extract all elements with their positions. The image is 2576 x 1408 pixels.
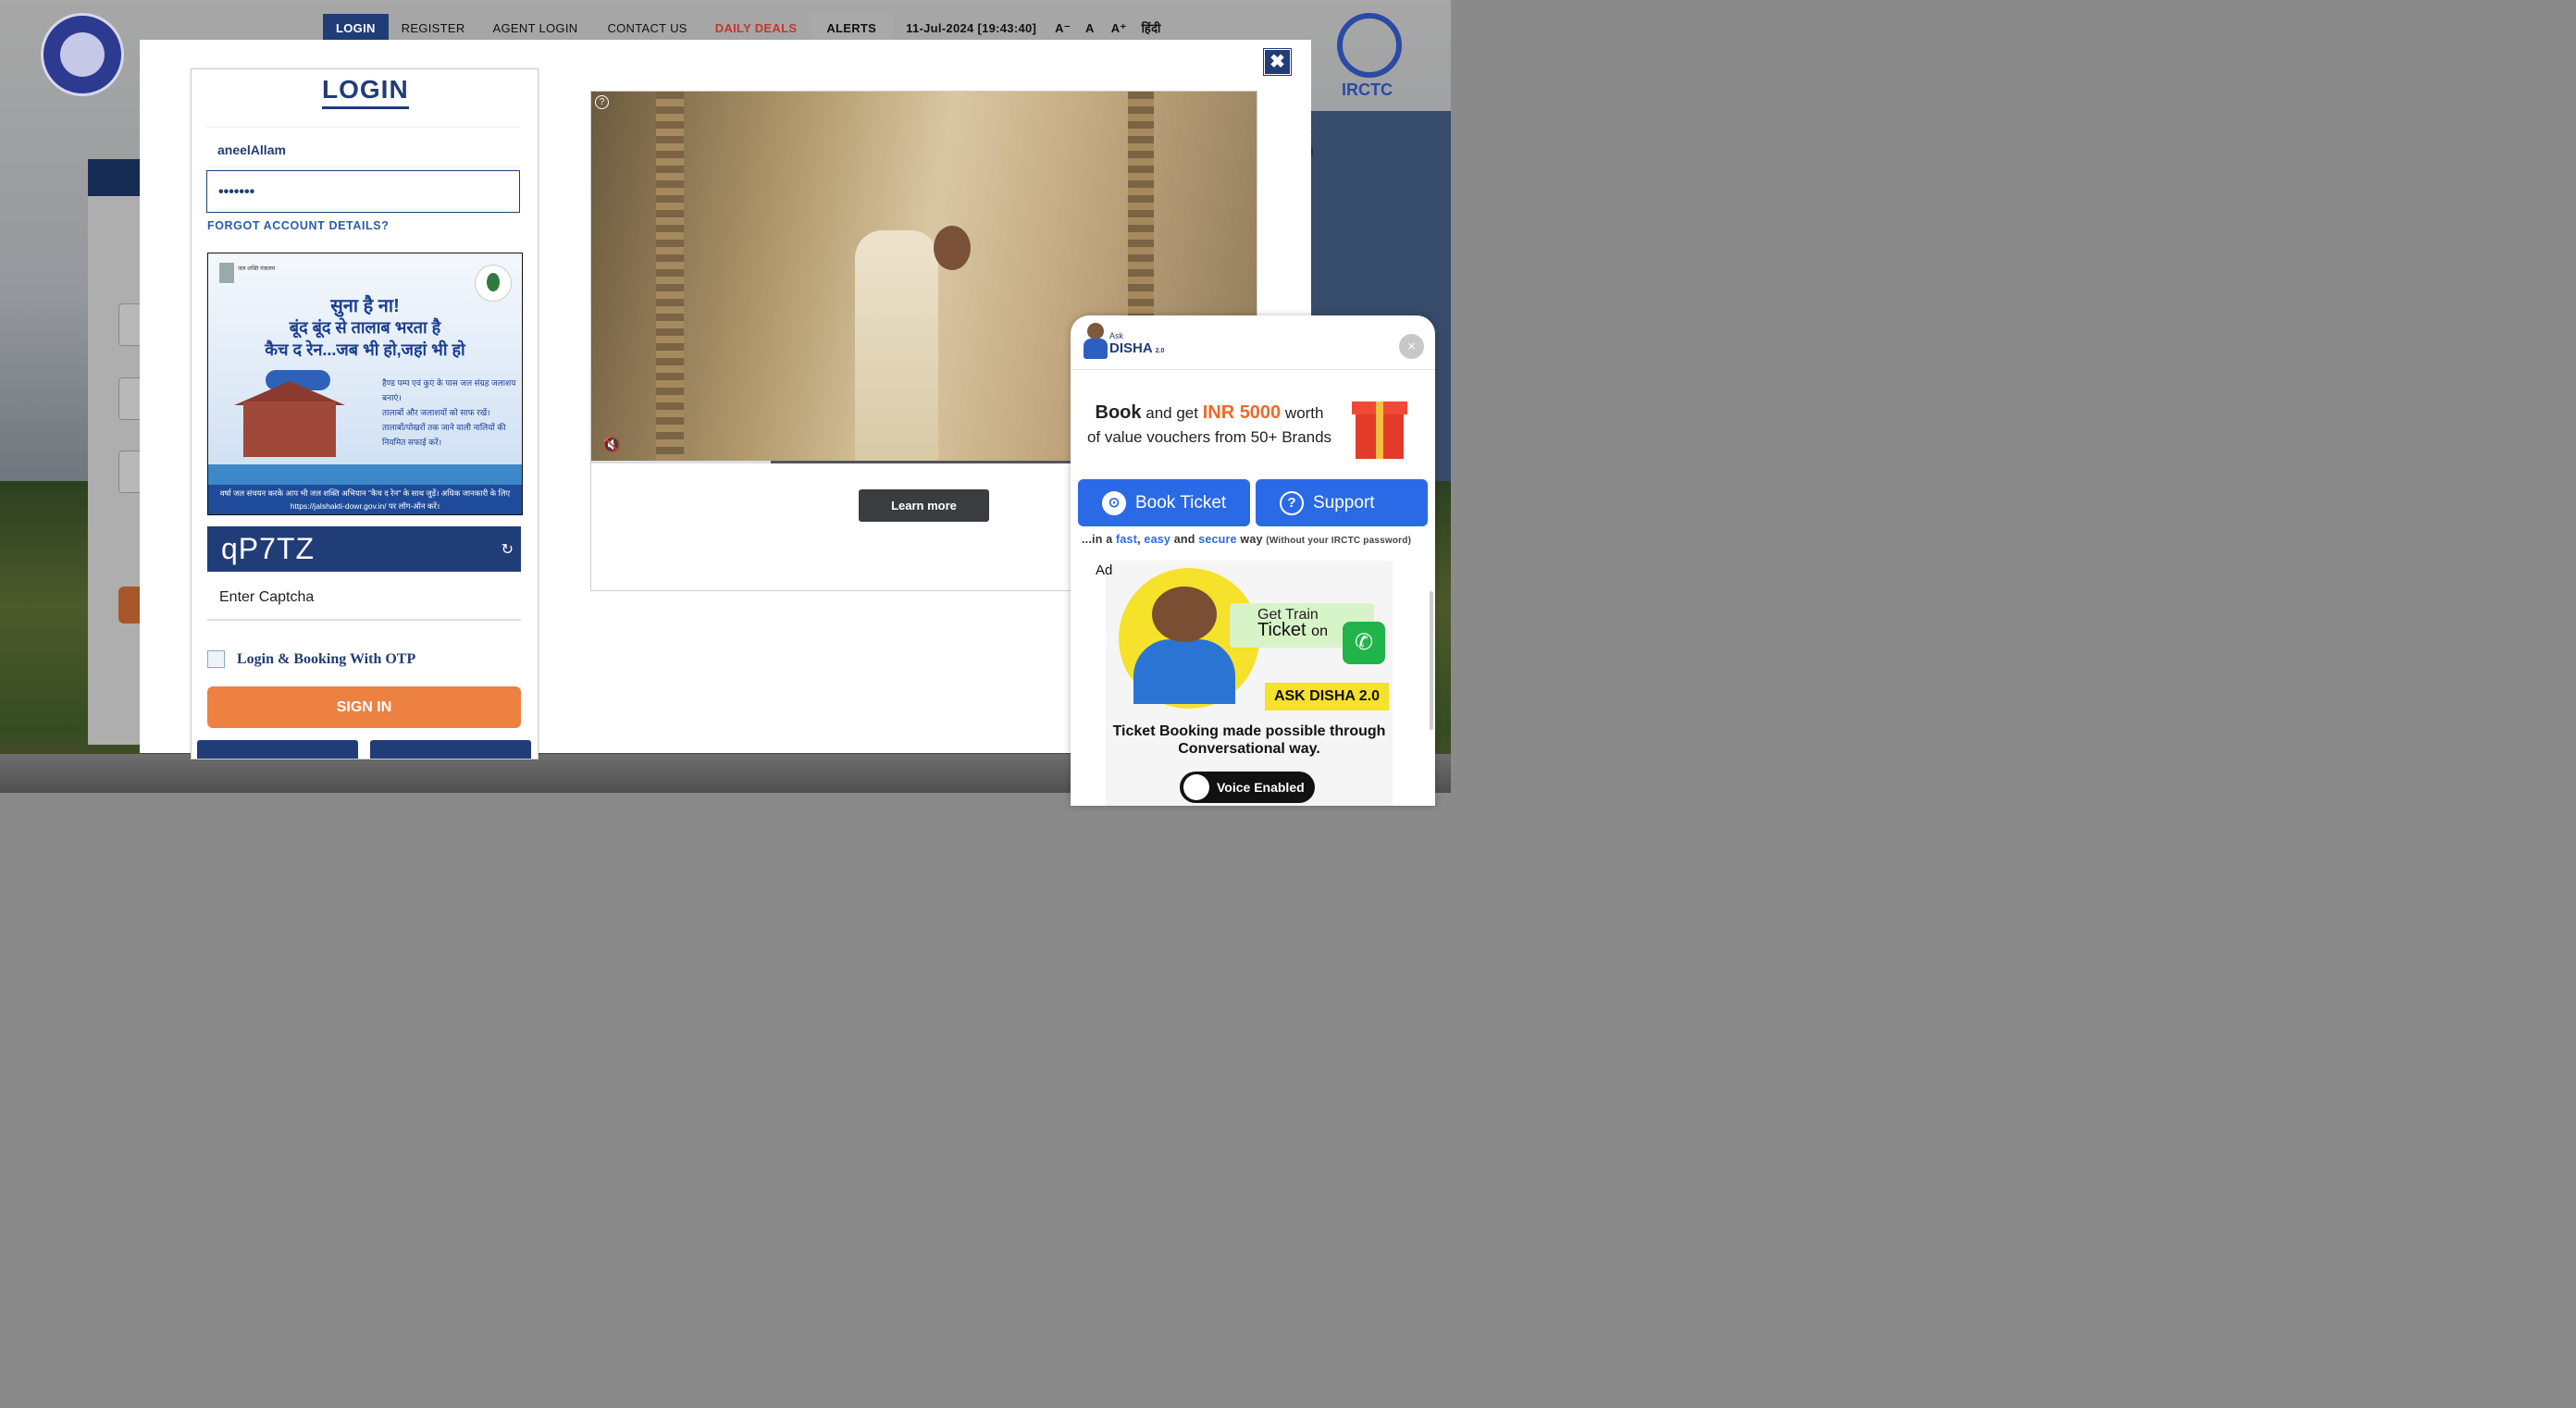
ad-line-2: बूंद बूंद से तालाब भरता है [289,318,441,337]
nav-register[interactable]: REGISTER [389,14,478,43]
ad-bullet: हैण्ड पम्प एवं कुएं के पास जल संग्रह जला… [382,378,516,402]
disha-header: Ask DISHA 2.0 × [1071,315,1435,370]
train-icon: ⊙ [1102,491,1126,515]
secondary-button-left[interactable] [197,740,358,759]
hindi-language-button[interactable]: हिंदी [1134,14,1169,43]
disha-scrollbar[interactable] [1430,591,1433,730]
forgot-account-link[interactable]: FORGOT ACCOUNT DETAILS? [207,219,389,232]
disha-avatar [1084,323,1108,360]
nav-datetime: 11-Jul-2024 [19:43:40] [906,21,1037,35]
ad-person-body [1133,639,1235,704]
ad-bullets: हैण्ड पम्प एवं कुएं के पास जल संग्रह जला… [382,376,516,450]
irctc-logo: IRCTC [1332,13,1406,101]
login-title: LOGIN [322,75,409,109]
ad-bullet: तालाबों और जलाशयों को साफ रखें। [382,408,490,417]
secondary-button-right[interactable] [370,740,531,759]
font-increase-button[interactable]: A⁺ [1104,14,1134,43]
whatsapp-icon: ✆ [1343,622,1385,664]
ad-body-text: Ticket Booking made possible through Con… [1112,723,1386,757]
voice-enabled-pill: Voice Enabled [1180,772,1315,803]
book-ticket-label: Book Ticket [1135,493,1227,513]
promo-worth: worth [1281,404,1324,422]
captcha-code: qP7TZ [221,532,316,565]
sign-in-button[interactable]: SIGN IN [207,686,521,728]
nav-alerts[interactable]: ALERTS [810,14,894,43]
font-normal-button[interactable]: A [1076,14,1104,43]
indian-railways-logo [41,13,124,96]
video-person [855,230,938,462]
disha-promo: Book and get INR 5000 worth of value vou… [1071,401,1348,450]
ad-ticket-on: Ticket on [1257,620,1328,640]
nav-login[interactable]: LOGIN [323,14,389,43]
top-nav: LOGIN REGISTER AGENT LOGIN CONTACT US DA… [323,14,1169,43]
otp-checkbox[interactable] [207,650,225,668]
question-icon: ? [1280,491,1304,515]
ask-disha-badge: ASK DISHA 2.0 [1265,683,1389,710]
ad-footer: वर्षा जल संचयन करके आप भी जल शक्ति अभिया… [208,485,522,514]
ad-person-head [1152,587,1217,642]
promo-and: and get [1141,404,1203,422]
support-label: Support [1313,493,1375,513]
otp-option[interactable]: Login & Booking With OTP [207,650,415,668]
ministry-label: जल शक्ति मंत्रालय [238,266,276,272]
otp-label: Login & Booking With OTP [237,650,416,667]
disha-name-text: DISHA [1109,340,1153,356]
irctc-logo-text: IRCTC [1342,80,1393,99]
ad-line-1: सुना है ना! [330,296,400,316]
ad-bullet: तालाबों/पोखरों तक जाने वाली नालियों की न… [382,423,506,447]
help-icon[interactable]: ? [595,95,609,109]
whatsapp-ad[interactable]: Get Train Ticket on ✆ ASK DISHA 2.0 Tick… [1106,561,1393,806]
login-panel: LOGIN aneelAllam ••••••• FORGOT ACCOUNT … [191,68,539,760]
disha-close-icon[interactable]: × [1399,334,1424,359]
ad-line-3: कैच द रेन...जब भी हो,जहां भी हो [265,340,465,359]
jal-shakti-ad[interactable]: जल शक्ति मंत्रालय सुना है ना! बूंद बूंद … [207,253,523,515]
learn-more-button[interactable]: Learn more [859,489,989,522]
video-person-head [934,226,971,270]
house-illustration [243,401,336,457]
disha-ask-label: Ask [1109,331,1124,340]
disha-version: 2.0 [1155,348,1165,354]
promo-book: Book [1095,402,1142,423]
close-icon[interactable]: ✖ [1264,49,1291,75]
nav-daily-deals[interactable]: DAILY DEALS [702,14,811,43]
national-emblem-icon [219,263,234,283]
microphone-icon [1183,774,1209,800]
promo-line-2: of value vouchers from 50+ Brands [1086,428,1332,446]
font-decrease-button[interactable]: A⁻ [1049,14,1076,43]
nav-contact-us[interactable]: CONTACT US [592,14,701,43]
refresh-icon[interactable]: ↻ [502,540,514,559]
disha-name: DISHA 2.0 [1109,340,1164,356]
support-button[interactable]: ? Support [1256,479,1428,526]
mute-icon[interactable]: 🔇 [602,436,621,454]
ad-label: Ad [1096,562,1113,578]
mirror-frame-left [656,92,684,463]
captcha-input[interactable]: Enter Captcha [207,576,521,621]
username-input[interactable]: aneelAllam [206,127,520,167]
disha-tagline: ...in a fast, easy and secure way (Witho… [1082,533,1412,546]
captcha-image: qP7TZ ↻ [207,526,521,572]
gift-box-icon [1352,385,1407,459]
water-illustration [208,464,522,485]
nav-agent-login[interactable]: AGENT LOGIN [478,14,593,43]
ask-disha-widget: Ask DISHA 2.0 × Book and get INR 5000 wor… [1071,315,1435,806]
password-input[interactable]: ••••••• [206,170,520,213]
book-ticket-button[interactable]: ⊙ Book Ticket [1078,479,1250,526]
promo-amount: INR 5000 [1202,402,1282,423]
video-progress-fill [591,461,772,463]
